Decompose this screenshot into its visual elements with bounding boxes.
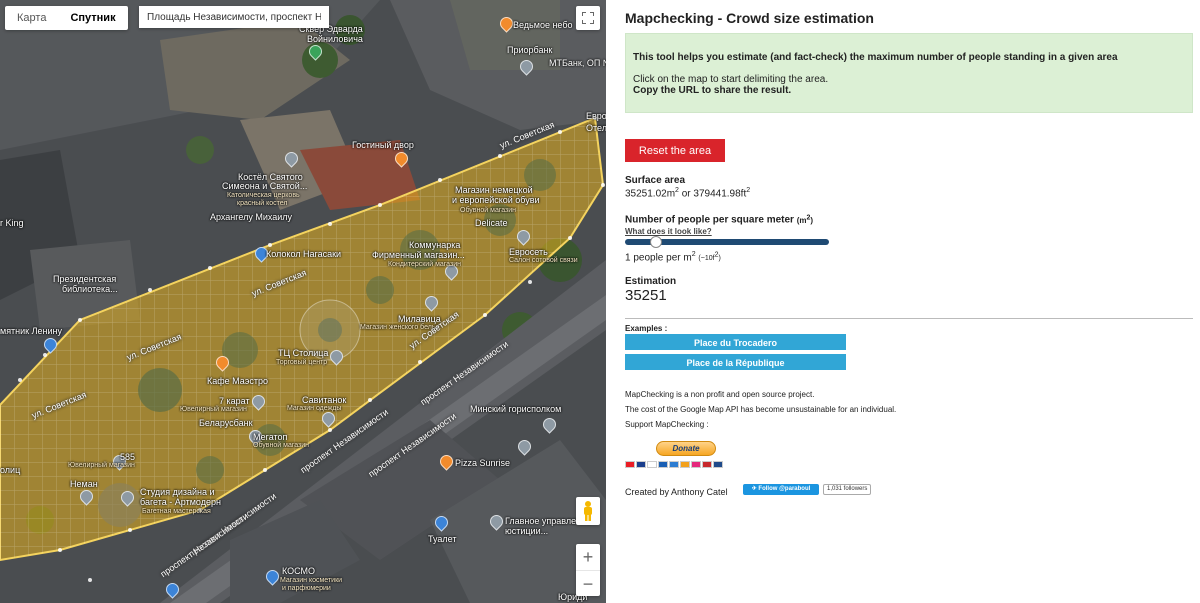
visa-electron-icon (658, 461, 668, 468)
map-label: Фирменный магазин... (372, 250, 465, 260)
map-label: Delicate (475, 218, 508, 228)
satellite-imagery (0, 0, 606, 603)
place-search-input[interactable] (139, 6, 329, 28)
map-label: Коммунарка (409, 240, 461, 250)
info-instruction: Click on the map to start delimiting the… (633, 74, 829, 85)
map-type-map-button[interactable]: Карта (5, 6, 58, 30)
map-label: библиотека... (62, 284, 118, 294)
map-canvas[interactable]: Кафе Маэстро ТЦ Столица Торговый центр Г… (0, 0, 606, 603)
footer-support-text: Support MapChecking : (625, 420, 709, 429)
map-label: Ведьмое небо (513, 20, 573, 30)
example-trocadero-button[interactable]: Place du Trocadero (625, 334, 846, 350)
twitter-icon: ✈ (751, 486, 757, 492)
map-label: Ювелирный магазин (68, 462, 135, 469)
map-label: Минский горисполком (470, 404, 562, 414)
map-label: Ювелирный магазин (180, 406, 247, 413)
map-label: Приорбанк (507, 45, 553, 55)
divider (625, 318, 1193, 319)
map-type-control: Карта Спутник (5, 6, 128, 30)
donate-button[interactable]: Donate (656, 441, 716, 456)
visa-icon (647, 461, 657, 468)
map-label: Студия дизайна и (140, 487, 215, 497)
map-label: Кондитерский магазин (388, 261, 461, 268)
map-label: r King (0, 218, 24, 228)
map-label: Туалет (428, 534, 457, 544)
zoom-control: + − (576, 544, 600, 596)
map-label: МТБанк, ОП № (549, 58, 606, 68)
density-slider[interactable] (625, 236, 829, 248)
map-label: Салон сотовой связи (509, 257, 578, 264)
map-label: Президентская (53, 274, 117, 284)
map-label: Архангелу Михаилу (210, 212, 293, 222)
page-title: Mapchecking - Crowd size estimation (625, 10, 874, 26)
map-label: ТЦ Столица (278, 348, 329, 358)
density-slider-handle[interactable] (649, 236, 662, 248)
twitter-followers-count: 1,031 followers (823, 484, 872, 495)
map-label: Беларусбанк (199, 418, 253, 428)
map-label: Колокол Нагасаки (266, 249, 342, 259)
examples-label: Examples : (625, 324, 668, 333)
map-label: Магазин немецкой (455, 185, 533, 195)
info-box: This tool helps you estimate (and fact-c… (625, 33, 1193, 113)
estimation-value: 35251 (625, 287, 667, 304)
twitter-follow-label: Follow @paraboul (758, 486, 811, 492)
street-view-button[interactable] (576, 497, 600, 525)
paypal-icon (691, 461, 701, 468)
credits-text: Created by Anthony Catel (625, 487, 728, 497)
map-label: Обувной магазин (460, 207, 517, 214)
example-republique-button[interactable]: Place de la République (625, 354, 846, 370)
info-share-hint: Copy the URL to share the result. (633, 85, 792, 96)
map-label: мятник Ленину (0, 326, 62, 336)
map-label: Обувной магазин (253, 442, 310, 449)
map-label: Неман (70, 479, 98, 489)
map-label: КОСМО (282, 566, 316, 576)
estimation-label: Estimation (625, 276, 677, 287)
fullscreen-button[interactable] (576, 6, 600, 30)
surface-area-label: Surface area (625, 175, 686, 186)
zoom-out-button[interactable]: − (576, 570, 600, 597)
map-label: Торговый центр (276, 359, 328, 366)
zoom-in-button[interactable]: + (576, 544, 600, 570)
pegman-icon (584, 501, 592, 521)
map-label: олиц (0, 465, 21, 475)
amex-icon (669, 461, 679, 468)
fullscreen-icon (582, 12, 594, 24)
footer-cost-text: The cost of the Google Map API has becom… (625, 405, 897, 414)
density-label: Number of people per square meter (m2) (625, 214, 814, 226)
map-label: Отел (586, 123, 606, 133)
map-label: Магазин одежды (287, 405, 342, 412)
map-label: Гостиный двор (352, 140, 414, 150)
surface-area-value: 35251.02m2 or 379441.98ft2 (625, 187, 751, 200)
map-label: красный костел (237, 200, 288, 207)
map-label: юстиции... (505, 526, 549, 536)
jcb-icon (702, 461, 712, 468)
density-example-link[interactable]: What does it look like? (625, 227, 712, 236)
twitter-follow-button[interactable]: ✈ Follow @paraboul (743, 484, 819, 495)
maestro-icon (636, 461, 646, 468)
map-label: Войниловича (307, 34, 363, 44)
map-label: багета - Артмодерн (140, 497, 221, 507)
mastercard-icon (625, 461, 635, 468)
map-label: Pizza Sunrise (455, 458, 511, 468)
side-panel: Mapchecking - Crowd size estimation This… (606, 0, 1200, 603)
info-intro: This tool helps you estimate (and fact-c… (633, 52, 1118, 63)
map-type-satellite-button[interactable]: Спутник (58, 6, 127, 30)
density-value: 1 people per m2 (~10f2) (625, 251, 721, 264)
payment-cards (625, 461, 723, 468)
bank-icon (713, 461, 723, 468)
reset-area-button[interactable]: Reset the area (625, 139, 725, 162)
discover-icon (680, 461, 690, 468)
map-label: Симеона и Святой... (222, 181, 308, 191)
map-label: Кафе Маэстро (207, 376, 268, 386)
footer-nonprofit-text: MapChecking is a non profit and open sou… (625, 390, 815, 399)
map-label: Европ (586, 111, 606, 121)
map-label: Багетная мастерская (142, 508, 211, 515)
map-label: и парфюмерии (282, 585, 331, 592)
map-label: и европейской обуви (452, 195, 540, 205)
